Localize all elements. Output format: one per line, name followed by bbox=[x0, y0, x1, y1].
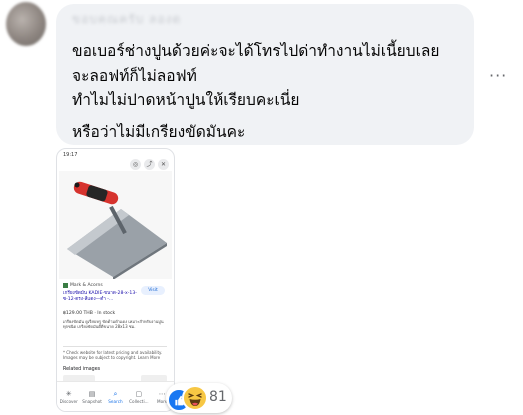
copyright-notice: * Check website for latest pricing and a… bbox=[63, 350, 163, 361]
comment-line-1: ขอเบอร์ช่างปูนด้วยค่ะจะได้โทรไปด่าทำงานไ… bbox=[72, 42, 440, 60]
nav-label: Snapshot bbox=[82, 398, 102, 404]
visit-button[interactable]: Visit bbox=[141, 286, 165, 295]
divider bbox=[63, 346, 167, 347]
avatar[interactable] bbox=[6, 2, 46, 46]
collections-icon: ▢ bbox=[135, 389, 143, 398]
comment-line-3: ทำไมไม่ปาดหน้าปูนให้เรียบคะเนี่ย bbox=[72, 91, 300, 109]
product-price: ฿129.00 THB · In stock bbox=[63, 311, 116, 316]
nav-label: Discover bbox=[59, 398, 78, 404]
close-icon: ✕ bbox=[158, 159, 169, 170]
comment-line-4: หรือว่าไม่มีเกรียงขัดมันคะ bbox=[72, 123, 246, 141]
related-images-heading: Related images bbox=[63, 367, 101, 372]
source-icon bbox=[63, 283, 68, 288]
comment-author-name[interactable]: ขอบคุณครับ ลองดู bbox=[72, 10, 252, 24]
haha-reaction-icon bbox=[182, 385, 208, 411]
discover-icon: ✳ bbox=[65, 389, 72, 398]
more-options-icon[interactable]: ··· bbox=[489, 66, 507, 85]
nav-collections[interactable]: ▢ Collecti... bbox=[129, 382, 149, 411]
lens-icon: ◎ bbox=[130, 159, 141, 170]
product-description: เกรียงขัดมัน ดูเรียบหรู ขัดด้ามดำแดง เหม… bbox=[63, 319, 164, 330]
status-time: 19:17 bbox=[63, 152, 78, 158]
reaction-count[interactable]: 81 bbox=[209, 389, 227, 405]
trowel-image bbox=[67, 181, 167, 280]
share-icon: ⤴ bbox=[144, 159, 155, 170]
product-title[interactable]: เกรียงขัดมัน KADIE-ขนาด-28-x-13-ซ-12-ตรง… bbox=[63, 291, 141, 303]
snapshot-icon: ▤ bbox=[88, 389, 96, 398]
nav-snapshot[interactable]: ▤ Snapshot bbox=[82, 382, 102, 411]
more-icon: ⋯ bbox=[158, 389, 166, 398]
search-icon: ⌕ bbox=[113, 389, 118, 398]
nav-label: Collecti... bbox=[129, 398, 149, 404]
nav-search[interactable]: ⌕ Search bbox=[105, 382, 125, 411]
top-actions: ◎ ⤴ ✕ bbox=[130, 159, 169, 170]
product-image bbox=[59, 171, 172, 280]
source-name: Mark & Acorns bbox=[70, 283, 103, 288]
nav-discover[interactable]: ✳ Discover bbox=[59, 382, 79, 411]
comment-line-2: จะลอฟท์ก็ไม่ลอฟท์ bbox=[72, 67, 197, 85]
bottom-nav: ✳ Discover ▤ Snapshot ⌕ Search ▢ Collect… bbox=[57, 381, 174, 411]
attached-screenshot[interactable]: 19:17 ◎ ⤴ ✕ Mark & Acorns เกรียงขัดมัน K… bbox=[56, 148, 175, 412]
nav-label: Search bbox=[108, 398, 123, 404]
